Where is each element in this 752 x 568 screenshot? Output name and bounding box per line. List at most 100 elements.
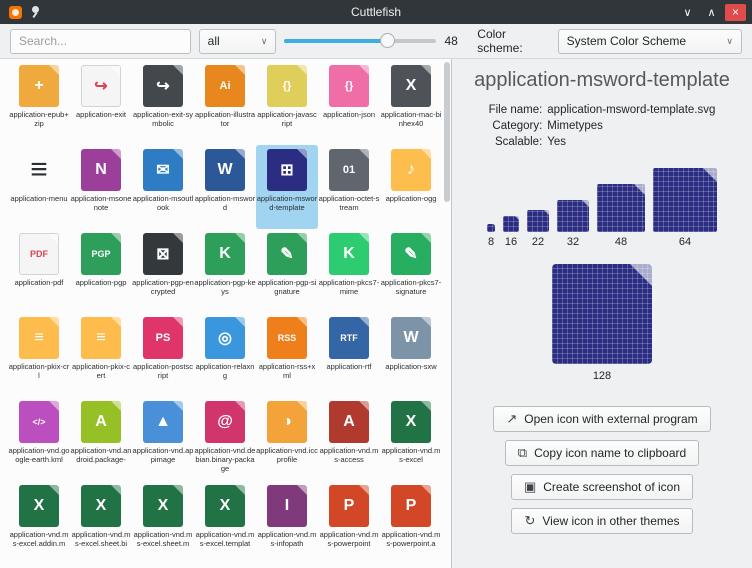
icon-label: application-illustrator bbox=[194, 110, 256, 128]
large-preview: 128 bbox=[452, 264, 752, 382]
minimize-button[interactable]: ∨ bbox=[677, 4, 698, 21]
close-button[interactable]: × bbox=[725, 4, 746, 21]
icon-label: application-msonenote bbox=[70, 194, 132, 212]
icon-label: application-vnd.ms-access bbox=[318, 446, 380, 464]
icon-label: application-msword-template bbox=[256, 194, 318, 212]
grid-item-application-vnd-ms-powerpoint-a[interactable]: Papplication-vnd.ms-powerpoint.a bbox=[380, 481, 442, 565]
mime-type-icon: ✎ bbox=[267, 233, 307, 275]
grid-item-application-pkix-crl[interactable]: ≡application-pkix-crl bbox=[8, 313, 70, 397]
grid-item-application-vnd-ms-powerpoint[interactable]: Papplication-vnd.ms-powerpoint bbox=[318, 481, 380, 565]
grid-item-application-vnd-ms-access[interactable]: Aapplication-vnd.ms-access bbox=[318, 397, 380, 481]
mime-type-icon: X bbox=[391, 401, 431, 443]
size-slider[interactable] bbox=[284, 32, 436, 50]
grid-item-application-vnd-ms-excel-templat[interactable]: Xapplication-vnd.ms-excel.templat bbox=[194, 481, 256, 565]
grid-item-application-javascript[interactable]: {}application-javascript bbox=[256, 61, 318, 145]
mime-type-icon: {} bbox=[267, 65, 307, 107]
icon-label: application-vnd.ms-excel.addin.m bbox=[8, 530, 70, 548]
pin-icon[interactable] bbox=[29, 6, 41, 19]
color-scheme-select[interactable]: System Color Scheme ∨ bbox=[558, 29, 742, 54]
grid-item-application-pkcs7-signature[interactable]: ✎application-pkcs7-signature bbox=[380, 229, 442, 313]
grid-item-application-ogg[interactable]: ♪application-ogg bbox=[380, 145, 442, 229]
grid-item-application-vnd-google-earth-kml[interactable]: </>application-vnd.google-earth.kml bbox=[8, 397, 70, 481]
preview-64: 64 bbox=[653, 168, 717, 248]
mime-type-icon: ✉ bbox=[143, 149, 183, 191]
mime-type-icon: N bbox=[81, 149, 121, 191]
grid-item-application-sxw[interactable]: Wapplication-sxw bbox=[380, 313, 442, 397]
grid-item-application-vnd-ms-excel[interactable]: Xapplication-vnd.ms-excel bbox=[380, 397, 442, 481]
msword-template-icon bbox=[503, 216, 519, 232]
grid-item-application-msword-template[interactable]: ⊞application-msword-template bbox=[256, 145, 318, 229]
grid-item-application-pgp-signature[interactable]: ✎application-pgp-signature bbox=[256, 229, 318, 313]
large-preview-size: 128 bbox=[593, 370, 611, 382]
grid-item-application-exit-symbolic[interactable]: ↪application-exit-symbolic bbox=[132, 61, 194, 145]
mime-type-icon: RSS bbox=[267, 317, 307, 359]
grid-item-application-pgp[interactable]: PGPapplication-pgp bbox=[70, 229, 132, 313]
copy-name-button[interactable]: ⧉ Copy icon name to clipboard bbox=[505, 440, 699, 466]
category-filter-select[interactable]: all ∨ bbox=[199, 29, 277, 54]
icon-label: application-pgp-encrypted bbox=[132, 278, 194, 296]
mime-type-icon: RTF bbox=[329, 317, 369, 359]
preview-size-label: 16 bbox=[505, 236, 517, 248]
grid-item-application-vnd-ms-excel-addin-m[interactable]: Xapplication-vnd.ms-excel.addin.m bbox=[8, 481, 70, 565]
grid-item-application-vnd-ms-excel-sheet-bi[interactable]: Xapplication-vnd.ms-excel.sheet.bi bbox=[70, 481, 132, 565]
grid-item-application-octet-stream[interactable]: 01application-octet-stream bbox=[318, 145, 380, 229]
grid-item-application-rss+xml[interactable]: RSSapplication-rss+xml bbox=[256, 313, 318, 397]
grid-item-application-illustrator[interactable]: Aiapplication-illustrator bbox=[194, 61, 256, 145]
grid-item-application-vnd-ms-infopath[interactable]: Iapplication-vnd.ms-infopath bbox=[256, 481, 318, 565]
grid-item-application-vnd-debian-binary-package[interactable]: @application-vnd.debian.binary-package bbox=[194, 397, 256, 481]
search-input[interactable] bbox=[10, 29, 191, 54]
screenshot-button[interactable]: ▣ Create screenshot of icon bbox=[511, 474, 693, 500]
msword-template-icon bbox=[487, 224, 495, 232]
mime-type-icon: ≡ bbox=[81, 317, 121, 359]
grid-item-application-vnd-iccprofile[interactable]: ◑application-vnd.iccprofile bbox=[256, 397, 318, 481]
icon-label: application-postscript bbox=[132, 362, 194, 380]
icon-label: application-pkix-cert bbox=[70, 362, 132, 380]
page-fold-icon bbox=[630, 264, 652, 286]
file-name-label: File name: bbox=[489, 104, 543, 116]
window-title: Cuttlefish bbox=[116, 5, 636, 19]
slider-fill bbox=[284, 39, 387, 43]
grid-item-application-pgp-encrypted[interactable]: ⊠application-pgp-encrypted bbox=[132, 229, 194, 313]
msword-template-icon bbox=[557, 200, 589, 232]
icon-label: application-mac-binhex40 bbox=[380, 110, 442, 128]
grid-item-application-epub+zip[interactable]: +application-epub+zip bbox=[8, 61, 70, 145]
icon-label: application-vnd.ms-excel.sheet.bi bbox=[70, 530, 132, 548]
icon-label: application-vnd.ms-excel bbox=[380, 446, 442, 464]
icon-label: application-vnd.android.package- bbox=[70, 446, 132, 464]
slider-handle[interactable] bbox=[380, 33, 395, 48]
grid-item-application-relaxng[interactable]: ◎application-relaxng bbox=[194, 313, 256, 397]
grid-item-application-postscript[interactable]: PSapplication-postscript bbox=[132, 313, 194, 397]
preview-8: 8 bbox=[487, 224, 495, 248]
grid-item-application-msoutlook[interactable]: ✉application-msoutlook bbox=[132, 145, 194, 229]
view-themes-button[interactable]: ↻ View icon in other themes bbox=[511, 508, 692, 534]
icon-label: application-vnd.ms-infopath bbox=[256, 530, 318, 548]
icon-label: application-vnd.appimage bbox=[132, 446, 194, 464]
grid-item-application-menu[interactable]: ≡application-menu bbox=[8, 145, 70, 229]
grid-item-application-pkix-cert[interactable]: ≡ application-pkix-cert bbox=[70, 313, 132, 397]
file-name-value: application-msword-template.svg bbox=[547, 104, 715, 116]
hamburger-menu-icon: ≡ bbox=[19, 149, 59, 191]
grid-item-application-exit[interactable]: ↪application-exit bbox=[70, 61, 132, 145]
grid-item-application-pkcs7-mime[interactable]: Kapplication-pkcs7-mime bbox=[318, 229, 380, 313]
grid-item-application-vnd-ms-excel-sheet-m[interactable]: Xapplication-vnd.ms-excel.sheet.m bbox=[132, 481, 194, 565]
icon-label: application-msword bbox=[194, 194, 256, 212]
refresh-icon: ↻ bbox=[524, 513, 535, 529]
maximize-button[interactable]: ∧ bbox=[701, 4, 722, 21]
grid-item-application-pgp-keys[interactable]: Kapplication-pgp-keys bbox=[194, 229, 256, 313]
mime-type-icon: X bbox=[143, 485, 183, 527]
grid-item-application-mac-binhex40[interactable]: Xapplication-mac-binhex40 bbox=[380, 61, 442, 145]
grid-item-application-vnd-android-package-[interactable]: Aapplication-vnd.android.package- bbox=[70, 397, 132, 481]
open-external-button[interactable]: ↗ Open icon with external program bbox=[493, 406, 710, 432]
mime-type-icon: K bbox=[329, 233, 369, 275]
preview-size-label: 22 bbox=[532, 236, 544, 248]
grid-item-application-pdf[interactable]: PDFapplication-pdf bbox=[8, 229, 70, 313]
grid-item-application-rtf[interactable]: RTFapplication-rtf bbox=[318, 313, 380, 397]
grid-item-application-msonenote[interactable]: Napplication-msonenote bbox=[70, 145, 132, 229]
titlebar-left bbox=[6, 6, 116, 19]
icon-label: application-pkcs7-signature bbox=[380, 278, 442, 296]
scrollbar-thumb[interactable] bbox=[444, 62, 450, 202]
category-label: Category: bbox=[489, 120, 543, 132]
grid-item-application-msword[interactable]: Wapplication-msword bbox=[194, 145, 256, 229]
grid-item-application-json[interactable]: {}application-json bbox=[318, 61, 380, 145]
grid-item-application-vnd-appimage[interactable]: ▲application-vnd.appimage bbox=[132, 397, 194, 481]
